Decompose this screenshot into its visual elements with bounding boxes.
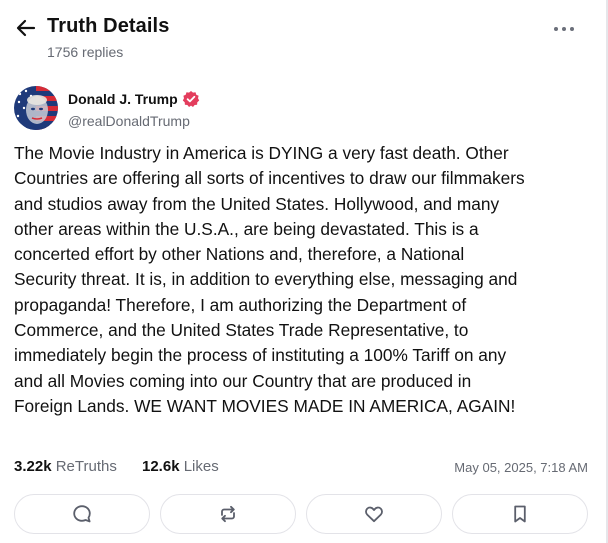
post-stats: 3.22k ReTruths 12.6k Likes May 05, 2025,… bbox=[14, 458, 590, 480]
post-text-line: and studios away from the United States.… bbox=[14, 193, 500, 214]
heart-icon bbox=[365, 506, 383, 523]
more-options-button[interactable] bbox=[550, 17, 578, 41]
page-header: Truth Details 1756 replies bbox=[14, 12, 594, 66]
post-text-line: Commerce, and the United States Trade Re… bbox=[14, 320, 469, 341]
repost-icon bbox=[221, 505, 235, 523]
back-button[interactable] bbox=[14, 14, 38, 42]
avatar[interactable] bbox=[14, 86, 58, 130]
avatar-image bbox=[14, 86, 58, 130]
post-text-line: Countries are offering all sorts of ince… bbox=[14, 168, 525, 189]
likes-label: Likes bbox=[183, 458, 219, 475]
post-text: The Movie Industry in America is DYING a… bbox=[14, 141, 594, 419]
post-text-line: immediately begin the process of institu… bbox=[14, 345, 507, 366]
page-title: Truth Details bbox=[47, 15, 170, 37]
bookmark-icon bbox=[514, 505, 526, 523]
retruth-button[interactable] bbox=[160, 494, 296, 534]
retruths-count: 3.22k bbox=[14, 458, 52, 475]
more-horizontal-icon bbox=[554, 27, 574, 31]
author-handle: @realDonaldTrump bbox=[68, 113, 190, 129]
post-text-line: The Movie Industry in America is DYING a… bbox=[14, 143, 509, 163]
comment-icon bbox=[73, 505, 91, 523]
author-name-row[interactable]: Donald J. Trump bbox=[68, 90, 200, 108]
replies-count: 1756 replies bbox=[47, 44, 124, 60]
retruths-stat[interactable]: 3.22k ReTruths bbox=[14, 458, 117, 475]
post-text-line: propaganda! Therefore, I am authorizing … bbox=[14, 294, 467, 315]
reply-button[interactable] bbox=[14, 494, 150, 534]
verified-badge-icon bbox=[182, 90, 200, 108]
likes-stat[interactable]: 12.6k Likes bbox=[142, 458, 219, 475]
post-text-line: other areas within the U.S.A., are being… bbox=[14, 218, 479, 239]
author-name: Donald J. Trump bbox=[68, 91, 178, 107]
like-button[interactable] bbox=[306, 494, 442, 534]
post-actions bbox=[14, 494, 590, 536]
post-text-line: Foreign Lands. WE WANT MOVIES MADE IN AM… bbox=[14, 395, 516, 416]
likes-count: 12.6k bbox=[142, 458, 180, 475]
post-text-line: and all Movies coming into our Country t… bbox=[14, 370, 472, 391]
post-text-line: concerted effort by other Nations and, t… bbox=[14, 244, 465, 265]
retruths-label: ReTruths bbox=[55, 458, 117, 475]
post-text-line: Security threat. It is, in addition to e… bbox=[14, 269, 518, 290]
arrow-left-icon bbox=[16, 19, 36, 37]
bookmark-button[interactable] bbox=[452, 494, 588, 534]
post-timestamp: May 05, 2025, 7:18 AM bbox=[454, 460, 588, 475]
post-author: Donald J. Trump @realDonaldTrump bbox=[14, 86, 574, 134]
